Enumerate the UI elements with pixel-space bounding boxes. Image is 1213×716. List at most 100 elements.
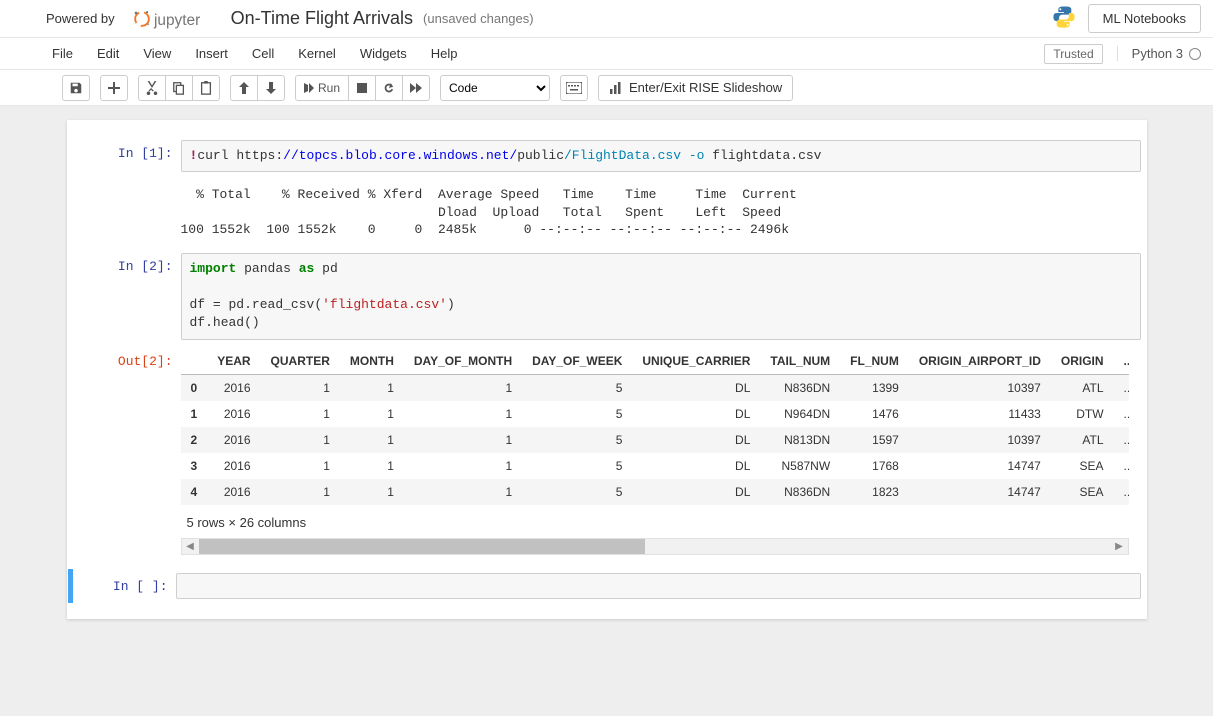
- table-cell: ...: [1114, 427, 1129, 453]
- table-cell: 11433: [909, 401, 1051, 427]
- table-row: 320161115DLN587NW176814747SEA...: [181, 453, 1129, 479]
- table-cell: 10397: [909, 374, 1051, 401]
- table-cell: N836DN: [760, 374, 840, 401]
- trusted-badge[interactable]: Trusted: [1044, 44, 1102, 64]
- insert-cell-button[interactable]: [100, 75, 128, 101]
- move-down-button[interactable]: [257, 75, 285, 101]
- table-cell: 5: [522, 479, 632, 505]
- table-cell: 1399: [840, 374, 909, 401]
- table-cell: N587NW: [760, 453, 840, 479]
- table-cell: 1: [261, 479, 340, 505]
- output-prompt-empty: [73, 180, 181, 245]
- celltype-select[interactable]: Code Markdown Raw NBConvert Heading: [440, 75, 550, 101]
- table-cell: N964DN: [760, 401, 840, 427]
- table-cell: 1: [404, 427, 522, 453]
- table-cell: DL: [632, 453, 760, 479]
- restart-button[interactable]: [375, 75, 403, 101]
- bar-chart-icon: [609, 81, 623, 95]
- ml-notebooks-button[interactable]: ML Notebooks: [1088, 4, 1201, 33]
- run-label: Run: [318, 81, 340, 95]
- scroll-right-arrow[interactable]: ▶: [1111, 539, 1128, 554]
- row-index: 3: [181, 453, 208, 479]
- python-icon: [1050, 4, 1078, 33]
- horizontal-scrollbar[interactable]: ◀ ▶: [181, 538, 1129, 555]
- table-cell: 1: [261, 374, 340, 401]
- table-cell: N813DN: [760, 427, 840, 453]
- menu-cell[interactable]: Cell: [240, 40, 286, 67]
- code-input-empty[interactable]: [176, 573, 1141, 599]
- menu-view[interactable]: View: [131, 40, 183, 67]
- column-header: FL_NUM: [840, 348, 909, 375]
- copy-button[interactable]: [165, 75, 193, 101]
- scroll-left-arrow[interactable]: ◀: [182, 539, 199, 554]
- table-cell: ...: [1114, 479, 1129, 505]
- table-cell: 2016: [207, 374, 260, 401]
- menu-file[interactable]: File: [40, 40, 85, 67]
- svg-text:jupyter: jupyter: [153, 12, 200, 29]
- column-header: DAY_OF_MONTH: [404, 348, 522, 375]
- code-input[interactable]: !curl https://topcs.blob.core.windows.ne…: [181, 140, 1141, 172]
- output-prompt: Out[2]:: [73, 348, 181, 555]
- table-cell: 14747: [909, 453, 1051, 479]
- table-cell: 1768: [840, 453, 909, 479]
- menu-help[interactable]: Help: [419, 40, 470, 67]
- table-cell: 10397: [909, 427, 1051, 453]
- column-header: ...: [1114, 348, 1129, 375]
- run-button[interactable]: Run: [295, 75, 349, 101]
- input-prompt: In [1]:: [73, 140, 181, 172]
- kernel-indicator[interactable]: Python 3: [1117, 46, 1201, 61]
- header-bar: Powered by jupyter On-Time Flight Arriva…: [0, 0, 1213, 38]
- table-cell: DTW: [1051, 401, 1114, 427]
- column-header: DAY_OF_WEEK: [522, 348, 632, 375]
- table-cell: 1: [340, 453, 404, 479]
- table-cell: 2016: [207, 453, 260, 479]
- table-cell: DL: [632, 374, 760, 401]
- notebook-title[interactable]: On-Time Flight Arrivals: [231, 8, 413, 29]
- dataframe-table: YEARQUARTERMONTHDAY_OF_MONTHDAY_OF_WEEKU…: [181, 348, 1129, 505]
- table-cell: 1: [340, 479, 404, 505]
- table-cell: 5: [522, 427, 632, 453]
- scrollbar-track[interactable]: [199, 539, 1111, 554]
- table-cell: ATL: [1051, 374, 1114, 401]
- interrupt-button[interactable]: [348, 75, 376, 101]
- table-cell: DL: [632, 401, 760, 427]
- move-up-button[interactable]: [230, 75, 258, 101]
- code-cell[interactable]: In [1]: !curl https://topcs.blob.core.wi…: [73, 136, 1141, 176]
- jupyter-logo[interactable]: jupyter: [127, 7, 217, 31]
- column-header: MONTH: [340, 348, 404, 375]
- cut-button[interactable]: [138, 75, 166, 101]
- scrollbar-thumb[interactable]: [199, 539, 646, 554]
- table-cell: 2016: [207, 427, 260, 453]
- output-cell: % Total % Received % Xferd Average Speed…: [73, 176, 1141, 249]
- dataframe-summary: 5 rows × 26 columns: [181, 505, 1141, 534]
- menu-insert[interactable]: Insert: [183, 40, 240, 67]
- table-cell: 1: [261, 401, 340, 427]
- table-cell: ...: [1114, 401, 1129, 427]
- table-cell: DL: [632, 427, 760, 453]
- table-cell: 1476: [840, 401, 909, 427]
- table-cell: 1597: [840, 427, 909, 453]
- table-cell: 5: [522, 453, 632, 479]
- table-row: 420161115DLN836DN182314747SEA...: [181, 479, 1129, 505]
- code-input[interactable]: import pandas as pd df = pd.read_csv('fl…: [181, 253, 1141, 340]
- menu-edit[interactable]: Edit: [85, 40, 131, 67]
- column-header: QUARTER: [261, 348, 340, 375]
- rise-slideshow-button[interactable]: Enter/Exit RISE Slideshow: [598, 75, 793, 101]
- code-cell[interactable]: In [2]: import pandas as pd df = pd.read…: [73, 249, 1141, 344]
- restart-run-all-button[interactable]: [402, 75, 430, 101]
- command-palette-button[interactable]: [560, 75, 588, 101]
- code-cell-selected[interactable]: In [ ]:: [68, 569, 1141, 603]
- output-cell: Out[2]: YEARQUARTERMONTHDAY_OF_MONTHDAY_…: [73, 344, 1141, 559]
- table-cell: 1: [340, 401, 404, 427]
- unsaved-changes-label: (unsaved changes): [423, 11, 534, 26]
- menu-kernel[interactable]: Kernel: [286, 40, 348, 67]
- paste-button[interactable]: [192, 75, 220, 101]
- table-cell: 1: [261, 427, 340, 453]
- table-cell: SEA: [1051, 453, 1114, 479]
- notebook-area: In [1]: !curl https://topcs.blob.core.wi…: [0, 106, 1213, 716]
- table-row: 020161115DLN836DN139910397ATL...: [181, 374, 1129, 401]
- table-cell: 2016: [207, 479, 260, 505]
- save-button[interactable]: [62, 75, 90, 101]
- kernel-name-label: Python 3: [1132, 46, 1183, 61]
- menu-widgets[interactable]: Widgets: [348, 40, 419, 67]
